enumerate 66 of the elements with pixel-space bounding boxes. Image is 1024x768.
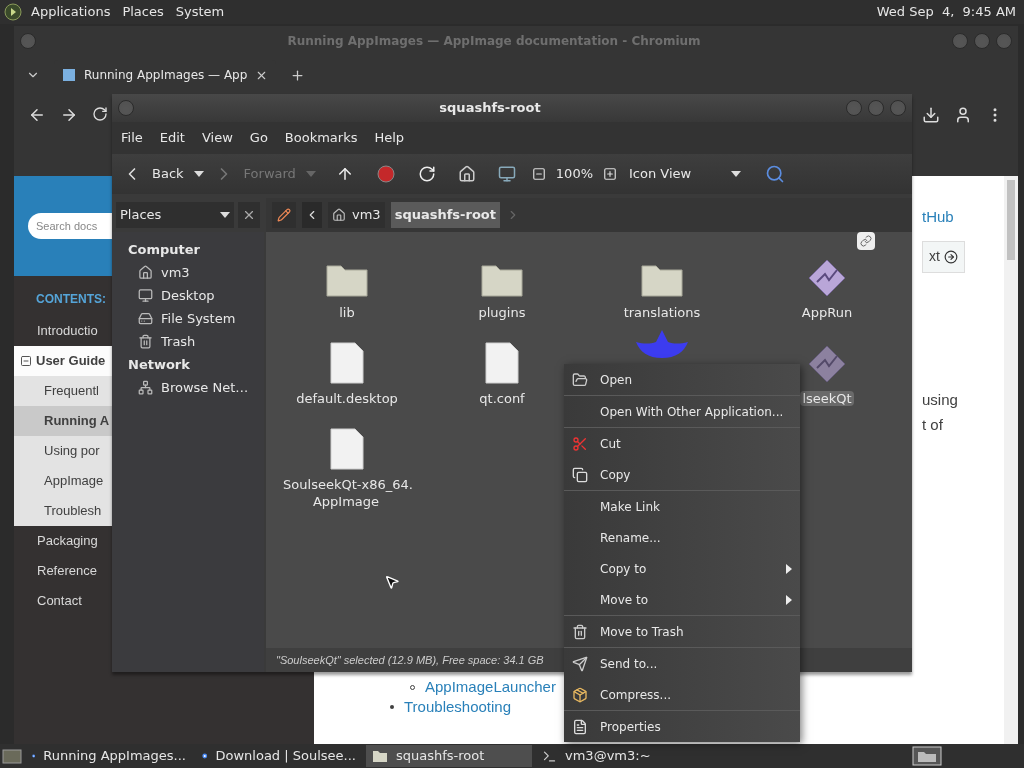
page-link[interactable]: AppImageLauncher [425, 675, 556, 699]
clock[interactable]: Wed Sep 4, 9:45 AM [876, 2, 1020, 22]
directory-entry[interactable]: plugins [476, 254, 528, 321]
menu-item[interactable]: Copy to [564, 553, 800, 584]
panel-menu[interactable]: Applications [31, 2, 111, 22]
menu-item[interactable]: Move to [564, 584, 800, 615]
body-text: t of [922, 415, 944, 435]
menu-item[interactable]: Cut [564, 428, 800, 459]
nav-item[interactable]: Packaging [14, 526, 112, 556]
menu-item[interactable]: Open [564, 364, 800, 395]
directory-entry[interactable]: qt.conf [477, 340, 527, 407]
contents-heading: CONTENTS: [36, 291, 106, 308]
back-button[interactable]: Back [152, 164, 184, 184]
page-link[interactable]: Troubleshooting [404, 696, 511, 719]
taskbar-button[interactable]: vm3@vm3:~ [536, 745, 702, 767]
place-item[interactable]: File System [128, 307, 264, 330]
menu-item[interactable]: Bookmarks [279, 128, 363, 148]
menu-item[interactable]: Compress... [564, 679, 800, 710]
nav-item[interactable]: Introductio [14, 316, 112, 346]
menu-item[interactable]: Help [369, 128, 410, 148]
nav-item[interactable]: User Guide [14, 346, 112, 376]
directory-entry[interactable]: default.desktop [294, 340, 400, 407]
window-title: squashfs-root [438, 99, 542, 118]
directory-entry[interactable]: AppRun [799, 254, 855, 321]
zoom-level: 100% [555, 165, 593, 184]
path-button[interactable]: squashfs-root [390, 202, 500, 228]
menu-item[interactable]: View [196, 128, 238, 148]
place-item[interactable]: Trash [128, 330, 264, 353]
menu-item[interactable]: Properties [564, 711, 800, 742]
taskbar-button[interactable]: Running AppImages... [26, 745, 192, 767]
directory-entry[interactable]: translations [621, 254, 703, 321]
place-item[interactable]: vm3 [128, 261, 264, 284]
taskbar-button[interactable]: squashfs-root [366, 745, 532, 767]
places-selector[interactable]: Places [116, 202, 234, 228]
nav-item[interactable]: Reference [14, 556, 112, 586]
menu-item[interactable]: Edit [154, 128, 190, 148]
menu-item[interactable]: Go [244, 128, 273, 148]
path-button[interactable]: vm3 [328, 202, 385, 228]
page-link[interactable]: tHub [922, 206, 954, 229]
body-text: using [922, 389, 958, 410]
nav-item[interactable]: Running A [14, 406, 112, 436]
view-selector[interactable]: Icon View [627, 164, 742, 184]
nav-item[interactable]: AppImage [14, 466, 112, 496]
next-button[interactable]: xt [922, 240, 965, 273]
directory-entry[interactable]: lseekQt [800, 340, 854, 407]
menu-item[interactable]: Make Link [564, 491, 800, 522]
nav-item[interactable]: Using por [14, 436, 112, 466]
place-item[interactable]: Desktop [128, 284, 264, 307]
panel-menu[interactable]: Places [122, 2, 164, 22]
panel-menu[interactable]: System [175, 2, 225, 22]
directory-entry[interactable]: SoulseekQt-x86_64.AppImage [277, 426, 417, 510]
menu-item[interactable]: Rename... [564, 522, 800, 553]
menu-item[interactable]: Move to Trash [564, 616, 800, 647]
directory-entry[interactable]: lib [325, 254, 369, 321]
section-heading: Computer [128, 240, 202, 259]
nav-item[interactable]: Frequentl [14, 376, 112, 406]
place-item[interactable]: Browse Net… [128, 376, 264, 399]
section-heading: Network [128, 355, 191, 374]
menu-item[interactable]: Copy [564, 459, 800, 490]
menu-item[interactable]: Open With Other Application... [564, 396, 800, 427]
menu-item[interactable]: File [116, 128, 148, 148]
taskbar-button[interactable]: Download | Soulsee... [196, 745, 362, 767]
window-title: Running AppImages — AppImage documentation - Chromium [286, 33, 702, 50]
search-field[interactable]: Search docs [28, 213, 112, 239]
nav-item[interactable]: Troublesh [14, 496, 112, 526]
nav-item[interactable]: Contact [14, 586, 112, 616]
